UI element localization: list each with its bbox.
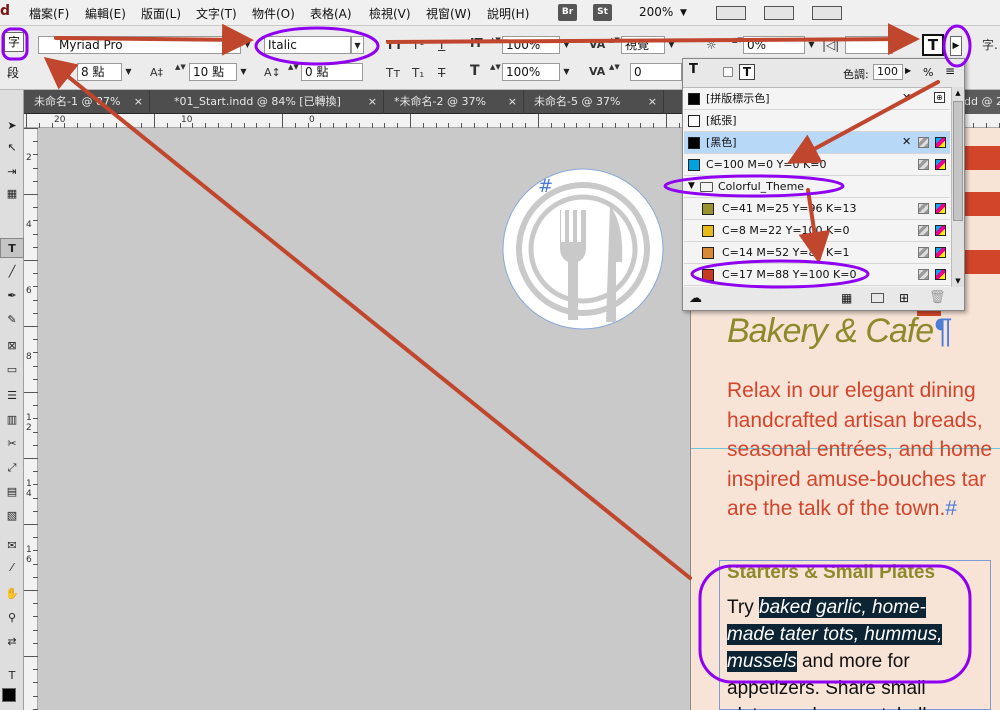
- annotation-arrow: [43, 56, 692, 580]
- annotation-arrow: [386, 23, 920, 56]
- annotation-circle: [254, 26, 380, 66]
- annotation-circle: [1, 27, 29, 61]
- annotation-arrow: [54, 23, 254, 56]
- annotation-circle: [698, 564, 972, 684]
- tutorial-annotations: [1, 23, 972, 684]
- annotation-arrow: [786, 80, 940, 164]
- annotation-circle: [942, 24, 972, 68]
- annotation-circle: [663, 174, 845, 198]
- annotation-circle: [690, 259, 870, 289]
- annotation-arrow: [798, 188, 831, 264]
